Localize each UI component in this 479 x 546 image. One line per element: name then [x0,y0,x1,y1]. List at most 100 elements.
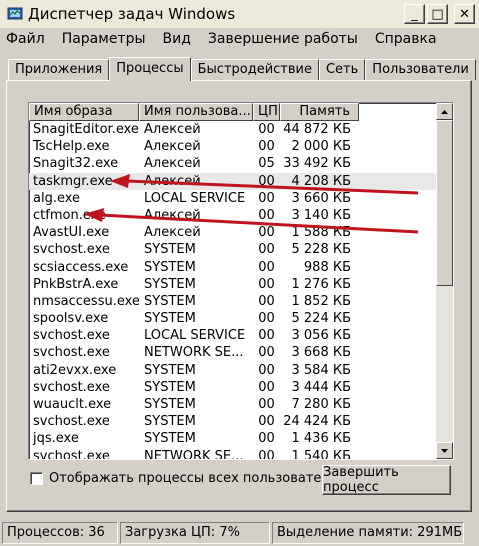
table-row[interactable]: svchost.exe SYSTEM 00 3 444 КБ [29,379,436,396]
cell-image-name: nmsaccessu.exe [33,293,139,309]
scroll-down-button[interactable] [436,442,453,459]
maximize-button[interactable]: □ [427,4,448,24]
cell-memory: 3 444 КБ [291,379,352,395]
cell-cpu: 00 [258,242,275,258]
column-image-name[interactable]: Имя образа [29,103,139,121]
tab-users[interactable]: Пользователи [365,59,476,80]
cell-memory: 1 436 КБ [291,431,352,447]
cell-image-name: svchost.exe [33,242,110,258]
cell-image-name: PnkBstrA.exe [33,276,119,292]
cell-memory: 3 668 КБ [291,345,352,361]
menu-shutdown[interactable]: Завершение работы [208,31,358,47]
status-bar: Процессов: 36 Загрузка ЦП: 7% Выделение … [0,520,479,546]
cell-cpu: 00 [258,379,275,395]
show-all-users-label: Отображать процессы всех пользователей [49,471,347,486]
cell-cpu: 05 [258,156,275,172]
tab-performance[interactable]: Быстродействие [190,59,319,80]
table-row[interactable]: svchost.exe NETWORK SE... 00 3 668 КБ [29,344,436,361]
table-row[interactable]: spoolsv.exe SYSTEM 00 5 224 КБ [29,310,436,327]
status-memory: Выделение памяти: 291МБ [272,522,464,544]
cell-memory: 1 276 КБ [291,276,352,292]
cell-user-name: SYSTEM [144,414,196,430]
show-all-users-checkbox[interactable] [30,472,43,485]
cell-user-name: SYSTEM [144,293,196,309]
table-row[interactable]: svchost.exe SYSTEM 00 24 424 КБ [29,413,436,430]
cell-image-name: Snagit32.exe [33,156,119,172]
cell-cpu: 00 [258,328,275,344]
table-row[interactable]: TscHelp.exe Алексей 00 2 000 КБ [29,138,436,155]
cell-user-name: SYSTEM [144,431,196,447]
cell-cpu: 00 [258,190,275,206]
column-user-name[interactable]: Имя пользова... [139,103,253,121]
cell-memory: 3 140 КБ [291,207,352,223]
table-row[interactable]: svchost.exe NETWORK SE... 00 1 540 КБ [29,448,436,460]
menu-help[interactable]: Справка [375,31,437,47]
status-cpu-usage: Загрузка ЦП: 7% [120,522,270,544]
table-row[interactable]: ati2evxx.exe SYSTEM 00 3 584 КБ [29,362,436,379]
cell-image-name: svchost.exe [33,448,110,460]
table-row[interactable]: jqs.exe SYSTEM 00 1 436 КБ [29,430,436,447]
cell-memory: 33 492 КБ [283,156,351,172]
cell-cpu: 00 [258,259,275,275]
cell-memory: 24 424 КБ [283,414,351,430]
vertical-scrollbar[interactable] [436,103,453,459]
cell-user-name: SYSTEM [144,259,196,275]
arrow-down-icon [441,448,448,453]
cell-user-name: Алексей [144,207,201,223]
end-process-button[interactable]: Завершить процесс [322,465,451,495]
tab-applications[interactable]: Приложения [8,59,110,80]
process-list[interactable]: Имя образа Имя пользова... ЦП Память Sna… [28,102,454,460]
table-row[interactable]: svchost.exe SYSTEM 00 5 228 КБ [29,241,436,258]
cell-user-name: Алексей [144,173,201,189]
show-all-users-option[interactable]: Отображать процессы всех пользователей [30,471,346,486]
cell-memory: 3 056 КБ [291,328,352,344]
cell-user-name: SYSTEM [144,311,196,327]
table-row[interactable]: AvastUI.exe Алексей 00 1 588 КБ [29,224,436,241]
column-cpu[interactable]: ЦП [253,103,280,121]
cell-image-name: SnagitEditor.exe [33,122,139,137]
scroll-thumb[interactable] [436,120,453,286]
cell-cpu: 00 [258,293,275,309]
status-processes: Процессов: 36 [2,522,118,544]
cell-cpu: 00 [258,225,275,241]
column-memory[interactable]: Память [280,103,359,121]
table-row[interactable]: SnagitEditor.exe Алексей 00 44 872 КБ [29,121,436,138]
cell-cpu: 00 [258,397,275,412]
cell-memory: 988 КБ [303,259,351,275]
cell-user-name: NETWORK SE... [144,345,244,361]
scroll-up-button[interactable] [436,103,453,120]
tab-processes[interactable]: Процессы [109,57,191,81]
title-bar: Диспетчер задач Windows _ □ ✕ [0,0,479,28]
table-row[interactable]: ctfmon.exe Алексей 00 3 140 КБ [29,207,436,224]
cell-cpu: 00 [258,122,275,137]
table-row[interactable]: PnkBstrA.exe SYSTEM 00 1 276 КБ [29,276,436,293]
close-button[interactable]: ✕ [454,4,475,24]
cell-image-name: jqs.exe [33,431,79,447]
table-row[interactable]: svchost.exe LOCAL SERVICE 00 3 056 КБ [29,327,436,344]
cell-cpu: 00 [258,448,275,460]
process-rows: SnagitEditor.exe Алексей 00 44 872 КБ TscHel… [29,121,436,460]
cell-image-name: scsiaccess.exe [33,259,129,275]
cell-memory: 2 000 КБ [291,139,352,155]
menu-file[interactable]: Файл [6,31,45,47]
table-row[interactable]: Snagit32.exe Алексей 05 33 492 КБ [29,155,436,172]
cell-cpu: 00 [258,431,275,447]
minimize-button[interactable]: _ [404,4,425,24]
cell-cpu: 00 [258,207,275,223]
menu-view[interactable]: Вид [163,31,191,47]
cell-cpu: 00 [258,276,275,292]
cell-cpu: 00 [258,345,275,361]
table-row[interactable]: scsiaccess.exe SYSTEM 00 988 КБ [29,259,436,276]
cell-memory: 4 208 КБ [291,173,352,189]
cell-memory: 44 872 КБ [283,122,351,137]
cell-memory: 3 584 КБ [291,362,352,378]
cell-image-name: AvastUI.exe [33,225,110,241]
menu-options[interactable]: Параметры [62,31,146,47]
tab-network[interactable]: Сеть [318,59,366,80]
table-row[interactable]: taskmgr.exe Алексей 00 4 208 КБ [29,172,436,190]
task-manager-icon [7,6,23,22]
table-row[interactable]: nmsaccessu.exe SYSTEM 00 1 852 КБ [29,293,436,310]
table-row[interactable]: alg.exe LOCAL SERVICE 00 3 660 КБ [29,190,436,207]
table-row[interactable]: wuauclt.exe SYSTEM 00 7 280 КБ [29,396,436,413]
cell-image-name: alg.exe [33,190,81,206]
